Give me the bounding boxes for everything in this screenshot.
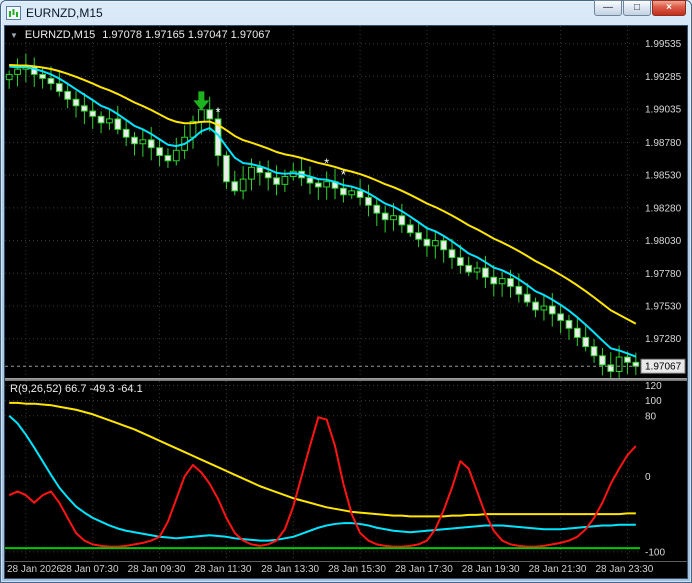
restore-button[interactable]: □ <box>623 0 651 16</box>
svg-text:1.99285: 1.99285 <box>645 72 682 83</box>
svg-text:80: 80 <box>645 411 657 422</box>
chart-window-icon <box>6 6 21 20</box>
svg-text:1.98030: 1.98030 <box>645 236 682 247</box>
svg-text:1.99535: 1.99535 <box>645 39 682 50</box>
svg-text:1.97530: 1.97530 <box>645 302 682 313</box>
close-button[interactable]: × <box>652 0 686 16</box>
chart-content: 1.99535 1.99285 1.99035 1.98780 1.98530 1.982… <box>4 25 688 579</box>
time-axis: 28 Jan 202628 Jan 07:30 28 Jan 09:30 28 Ja… <box>5 561 687 578</box>
indicator-label: R(9,26,52) 66.7 -49.3 -64.1 <box>10 383 143 395</box>
svg-text:-100: -100 <box>645 547 665 558</box>
svg-text:1.99035: 1.99035 <box>645 105 682 116</box>
main-chart-svg[interactable]: 1.99535 1.99285 1.99035 1.98780 1.98530 1.982… <box>5 26 687 378</box>
svg-text:0: 0 <box>645 472 651 483</box>
time-axis-label: 28 Jan 19:30 <box>462 564 520 575</box>
svg-text:100: 100 <box>645 396 662 407</box>
svg-text:1.97780: 1.97780 <box>645 269 682 280</box>
time-axis-label: 28 Jan 23:30 <box>595 564 653 575</box>
svg-text:*: * <box>341 167 346 182</box>
time-axis-label: 28 Jan 07:30 <box>61 564 119 575</box>
svg-text:1.98780: 1.98780 <box>645 138 682 149</box>
svg-text:*: * <box>324 155 329 170</box>
ohlc-label: ▼ EURNZD,M15 1.97078 1.97165 1.97047 1.9… <box>10 29 270 41</box>
main-chart-panel[interactable]: 1.99535 1.99285 1.99035 1.98780 1.98530 1.982… <box>5 26 687 378</box>
symbol-dropdown-icon[interactable]: ▼ <box>10 31 18 40</box>
chart-window: EURNZD,M15 — □ × 1.995351.992851.990351.… <box>0 0 692 583</box>
svg-text:1.97067: 1.97067 <box>645 362 682 373</box>
window-title: EURNZD,M15 <box>26 6 589 20</box>
svg-text:*: * <box>216 104 221 119</box>
time-axis-label: 28 Jan 17:30 <box>395 564 453 575</box>
titlebar[interactable]: EURNZD,M15 — □ × <box>4 1 688 25</box>
indicator-chart-svg[interactable]: 120 100 80 0 -100 <box>5 381 687 561</box>
time-axis-label: 28 Jan 2026 <box>7 564 62 575</box>
time-axis-label: 28 Jan 21:30 <box>529 564 587 575</box>
time-axis-label: 28 Jan 15:30 <box>328 564 386 575</box>
time-axis-label: 28 Jan 13:30 <box>261 564 319 575</box>
time-axis-label: 28 Jan 11:30 <box>194 564 251 575</box>
window-controls: — □ × <box>594 0 686 16</box>
indicator-panel[interactable]: 120 100 80 0 -100 R(9,26,52) 66.7 -49.3 -64.… <box>5 381 687 561</box>
svg-text:1.97280: 1.97280 <box>645 334 682 345</box>
symbol-label: EURNZD,M15 <box>25 29 95 41</box>
ohlc-values: 1.97078 1.97165 1.97047 1.97067 <box>102 29 270 41</box>
svg-text:1.98530: 1.98530 <box>645 171 682 182</box>
time-axis-label: 28 Jan 09:30 <box>128 564 186 575</box>
svg-text:1.98280: 1.98280 <box>645 203 682 214</box>
minimize-button[interactable]: — <box>594 0 622 16</box>
svg-text:120: 120 <box>645 381 662 392</box>
